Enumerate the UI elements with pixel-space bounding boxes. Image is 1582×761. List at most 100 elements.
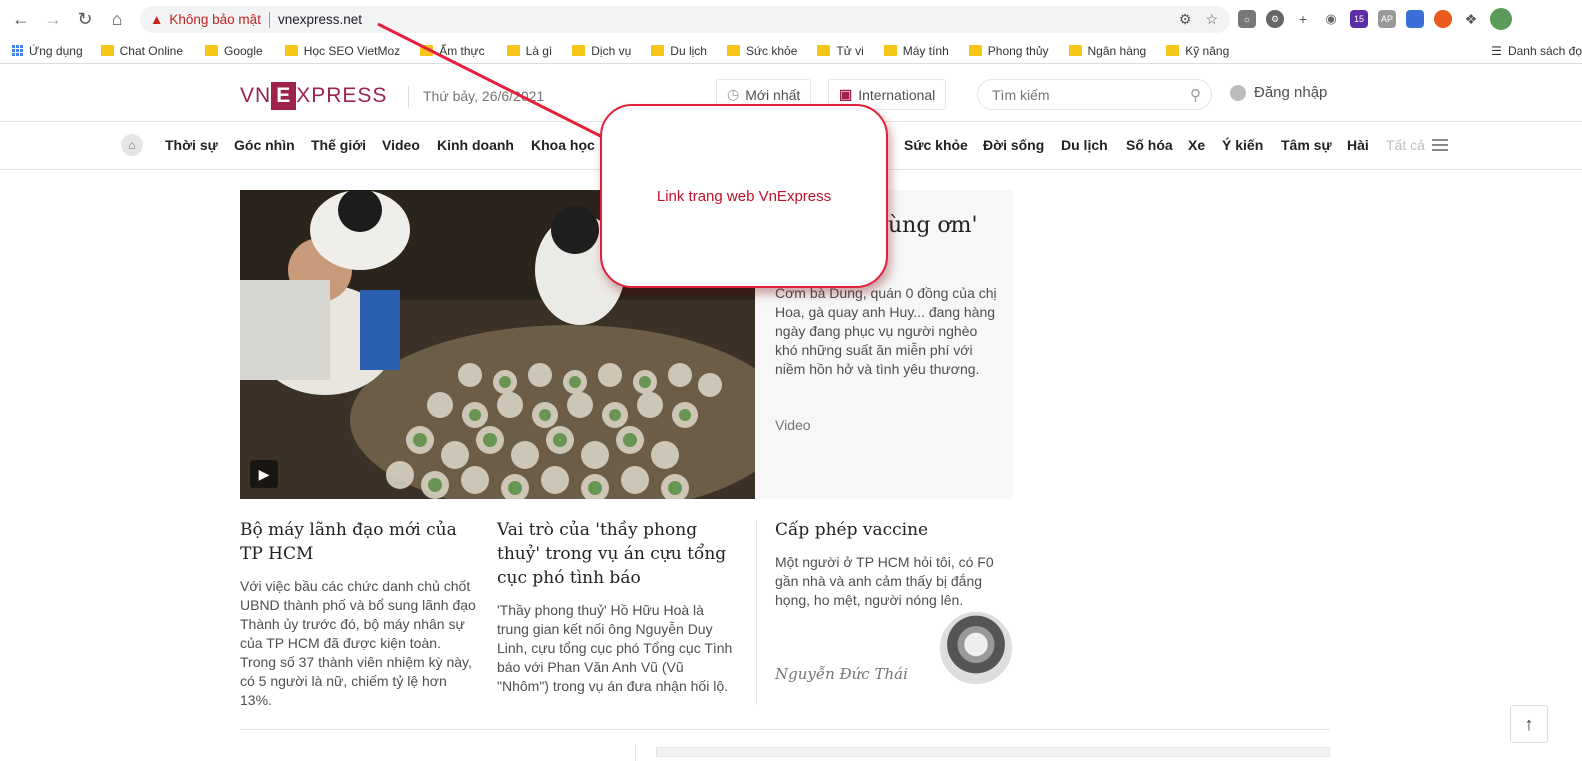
folder-icon (726, 45, 740, 56)
nav-item-doi-song[interactable]: Đời sống (983, 137, 1044, 153)
reading-list[interactable]: ☰ Danh sách đọ (1491, 38, 1582, 64)
play-video-icon[interactable]: ▶ (250, 460, 278, 488)
scroll-to-top-button[interactable]: ↑ (1510, 705, 1548, 743)
nav-item-kinh-doanh[interactable]: Kinh doanh (437, 137, 514, 153)
bookmark-item[interactable]: Tử vi (817, 43, 864, 58)
nav-item-du-lich[interactable]: Du lịch (1061, 137, 1108, 153)
nav-item-xe[interactable]: Xe (1188, 137, 1205, 153)
profile-avatar-icon[interactable] (1490, 8, 1512, 30)
bookmark-label: Sức khỏe (745, 43, 798, 58)
nav-item-all[interactable]: Tất cả (1386, 137, 1425, 153)
extension-plus-icon[interactable]: + (1294, 10, 1312, 28)
back-icon[interactable]: ← (5, 3, 37, 35)
bookmark-item[interactable]: Sức khỏe (726, 43, 798, 58)
vnexpress-logo[interactable]: VN E XPRESS (240, 82, 387, 110)
url-text[interactable]: vnexpress.net (278, 12, 362, 27)
security-warning[interactable]: ▲ Không bảo mật (150, 12, 261, 27)
extension-camera-icon[interactable]: ◉ (1322, 10, 1340, 28)
folder-icon (817, 45, 831, 56)
hero-description: Cơm bà Dung, quán 0 đồng của chị Hoa, gà… (775, 285, 997, 377)
extension-sun-icon[interactable]: ☼ (1238, 10, 1256, 28)
reading-list-icon: ☰ (1491, 44, 1502, 58)
login-label: Đăng nhập (1254, 84, 1328, 101)
extension-fire-icon[interactable] (1434, 10, 1452, 28)
search-input[interactable]: Tìm kiếm ⚲ (977, 79, 1212, 110)
forward-icon[interactable]: → (37, 3, 69, 35)
bookmark-item[interactable]: Phong thủy (968, 44, 1049, 58)
bookmark-item[interactable]: Du lịch (651, 44, 707, 58)
user-icon (1230, 84, 1246, 101)
home-icon[interactable]: ⌂ (101, 3, 133, 35)
opinion-title[interactable]: Cấp phép vaccine (775, 518, 1005, 542)
extension-gear-icon[interactable]: ⚙ (1266, 10, 1284, 28)
author-avatar[interactable] (940, 612, 1012, 684)
extensions-area: ☼ ⚙ + ◉ 15 AP ❖ (1238, 8, 1512, 30)
nav-item-the-gioi[interactable]: Thế giới (311, 137, 366, 153)
nav-item-hai[interactable]: Hài (1347, 137, 1369, 153)
bookmark-label: Chat Online (119, 43, 183, 58)
reload-icon[interactable]: ↻ (69, 3, 101, 35)
address-bar[interactable]: ▲ Không bảo mật vnexpress.net ⚙ ☆ (140, 6, 1230, 33)
nav-item-video[interactable]: Video (382, 137, 420, 153)
bookmark-item[interactable]: Dịch vụ (572, 44, 631, 58)
current-date: Thứ bảy, 26/6/2021 (408, 86, 544, 108)
warning-icon: ▲ (150, 12, 164, 27)
bookmark-item[interactable]: Học SEO VietMoz (284, 43, 401, 58)
nav-item-so-hoa[interactable]: Số hóa (1126, 137, 1173, 153)
translate-icon[interactable]: ⚙ (1179, 11, 1192, 28)
nav-item-suc-khoe[interactable]: Sức khỏe (904, 137, 968, 153)
nav-item-goc-nhin[interactable]: Góc nhìn (234, 137, 295, 153)
bookmark-item[interactable]: Kỹ năng (1166, 44, 1229, 58)
section-divider (240, 729, 1330, 730)
bookmark-apps-label: Ứng dụng (29, 43, 83, 58)
nav-item-y-kien[interactable]: Ý kiến (1222, 137, 1263, 153)
latest-label: Mới nhất (745, 86, 801, 103)
logo-text-right: XPRESS (296, 84, 388, 107)
folder-icon (883, 45, 897, 56)
bookmark-apps[interactable]: Ứng dụng (12, 44, 83, 58)
login-button[interactable]: Đăng nhập (1230, 84, 1327, 101)
bookmark-star-icon[interactable]: ☆ (1205, 11, 1218, 28)
nav-item-khoa-hoc[interactable]: Khoa học (531, 137, 595, 153)
story-title[interactable]: Vai trò của 'thầy phong thuỷ' trong vụ á… (497, 518, 737, 590)
menu-hamburger-icon[interactable] (1432, 139, 1448, 154)
bookmark-label: Du lịch (670, 43, 707, 58)
bookmark-label: Ẩm thực (439, 43, 485, 58)
bottom-divider (635, 745, 636, 761)
folder-icon (651, 45, 665, 56)
bookmark-item[interactable]: Ẩm thực (420, 43, 485, 58)
logo-box: E (271, 82, 297, 110)
bookmark-label: Là gì (525, 43, 553, 58)
extension-badge-icon[interactable]: 15 (1350, 10, 1368, 28)
folder-icon (100, 45, 114, 56)
folder-icon (284, 45, 298, 56)
folder-icon (1068, 45, 1082, 56)
bookmark-label: Máy tính (902, 43, 949, 58)
home-nav-icon[interactable]: ⌂ (121, 134, 143, 156)
extensions-puzzle-icon[interactable]: ❖ (1462, 10, 1480, 28)
bookmark-item[interactable]: Chat Online (100, 43, 183, 58)
search-icon[interactable]: ⚲ (1190, 86, 1201, 104)
bookmark-label: Ngân hàng (1087, 43, 1147, 58)
hero-tag[interactable]: Video (775, 417, 811, 433)
bookmark-label: Tử vi (836, 43, 864, 58)
bookmark-label: Học SEO VietMoz (303, 43, 401, 58)
extension-ap-icon[interactable]: AP (1378, 10, 1396, 28)
bookmark-item[interactable]: Là gì (506, 43, 553, 58)
extension-blue-icon[interactable] (1406, 10, 1424, 28)
nav-item-tam-su[interactable]: Tâm sự (1281, 137, 1332, 153)
author-name[interactable]: Nguyễn Đức Thái (775, 665, 908, 683)
nav-item-thoi-su[interactable]: Thời sự (165, 137, 218, 153)
logo-text-left: VN (240, 84, 272, 107)
bookmark-item[interactable]: Máy tính (883, 43, 949, 58)
bookmark-item[interactable]: Ngân hàng (1068, 43, 1147, 58)
clock-icon: ◷ (727, 86, 740, 102)
bookmark-item[interactable]: Google (205, 44, 263, 58)
arrow-up-icon: ↑ (1524, 713, 1534, 734)
search-placeholder: Tìm kiếm (992, 86, 1050, 103)
security-label: Không bảo mật (169, 12, 261, 27)
story-title[interactable]: Bộ máy lãnh đạo mới của TP HCM (240, 518, 470, 566)
bookmark-label: Google (224, 43, 263, 58)
folder-icon (205, 45, 218, 56)
opinion-description: Một người ở TP HCM hỏi tôi, có F0 gần nh… (775, 554, 994, 608)
